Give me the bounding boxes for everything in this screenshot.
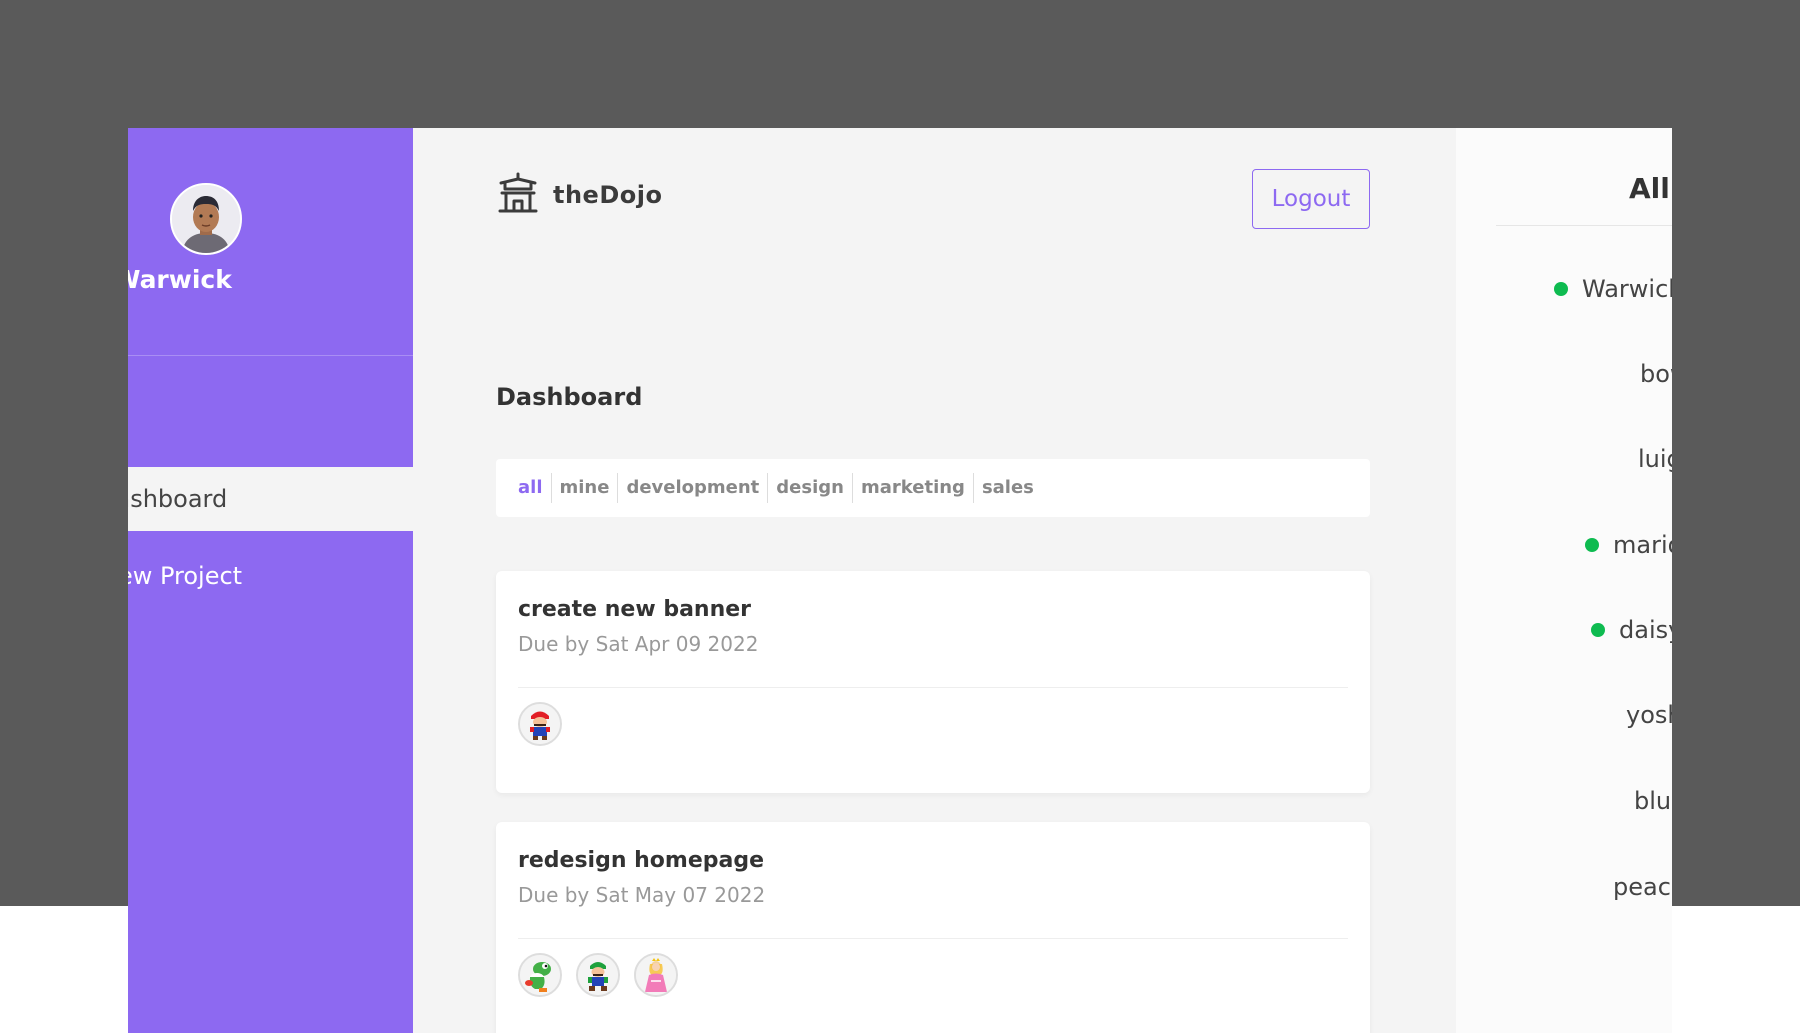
- temple-icon: [496, 171, 540, 219]
- sidebar-user-block: Hey Warwick: [128, 128, 413, 356]
- user-list-divider: [1496, 225, 1672, 226]
- filter-marketing[interactable]: marketing: [853, 473, 974, 503]
- user-name: daisy: [1619, 616, 1672, 644]
- user-avatar: [170, 183, 242, 255]
- user-name: mario: [1613, 531, 1672, 559]
- assigned-users: [518, 702, 1348, 746]
- filter-design[interactable]: design: [768, 473, 853, 503]
- logout-button[interactable]: Logout: [1252, 169, 1370, 229]
- card-divider: [518, 938, 1348, 939]
- online-indicator: [1554, 282, 1568, 296]
- sidebar: Hey Warwick Dashboard New Project: [128, 128, 413, 1033]
- user-name: blue: [1634, 787, 1672, 815]
- peach-avatar-icon: [634, 953, 678, 997]
- luigi-avatar-icon: [576, 953, 620, 997]
- project-due-date: Due by Sat Apr 09 2022: [518, 632, 759, 656]
- user-list-item[interactable]: yoshi: [1626, 701, 1672, 729]
- filter-sales[interactable]: sales: [974, 473, 1042, 503]
- brand-name: theDojo: [553, 181, 663, 209]
- card-divider: [518, 687, 1348, 688]
- brand-logo[interactable]: theDojo: [496, 171, 662, 219]
- user-list-item[interactable]: bowser: [1640, 360, 1672, 388]
- project-card[interactable]: create new banner Due by Sat Apr 09 2022: [496, 571, 1370, 793]
- user-list-item[interactable]: blue: [1634, 787, 1672, 815]
- user-list-item[interactable]: peach: [1613, 873, 1672, 901]
- sidebar-item-new-project[interactable]: New Project: [128, 544, 413, 608]
- yoshi-avatar-icon: [518, 953, 562, 997]
- user-name: yoshi: [1626, 701, 1672, 729]
- user-list-item[interactable]: luigi: [1638, 445, 1672, 473]
- user-list-item[interactable]: Warwick: [1554, 275, 1672, 303]
- project-due-date: Due by Sat May 07 2022: [518, 883, 766, 907]
- user-list-panel: All Users Warwick bowser luigi mario dai…: [1456, 128, 1672, 1033]
- mario-avatar-icon: [518, 702, 562, 746]
- project-title: create new banner: [518, 597, 752, 622]
- sidebar-item-label: Dashboard: [128, 485, 228, 513]
- main-content: theDojo Logout Dashboard all mine develo…: [413, 128, 1456, 1033]
- online-indicator: [1591, 623, 1605, 637]
- page-title: Dashboard: [496, 383, 643, 411]
- filter-all[interactable]: all: [518, 473, 552, 503]
- project-filter-bar: all mine development design marketing sa…: [496, 459, 1370, 517]
- filter-development[interactable]: development: [618, 473, 769, 503]
- filter-mine[interactable]: mine: [552, 473, 619, 503]
- sidebar-item-label: New Project: [128, 562, 243, 590]
- user-list-item[interactable]: daisy: [1591, 616, 1672, 644]
- online-indicator: [1585, 538, 1599, 552]
- user-greeting: Hey Warwick: [128, 265, 232, 294]
- app-window: Hey Warwick Dashboard New Project: [128, 128, 1672, 1033]
- user-name: peach: [1613, 873, 1672, 901]
- user-list-item[interactable]: mario: [1585, 531, 1672, 559]
- sidebar-item-dashboard[interactable]: Dashboard: [128, 467, 413, 531]
- user-name: Warwick: [1582, 275, 1672, 303]
- user-name: bowser: [1640, 360, 1672, 388]
- user-name: luigi: [1638, 445, 1672, 473]
- project-card[interactable]: redesign homepage Due by Sat May 07 2022: [496, 822, 1370, 1033]
- assigned-users: [518, 953, 1348, 997]
- project-title: redesign homepage: [518, 848, 765, 873]
